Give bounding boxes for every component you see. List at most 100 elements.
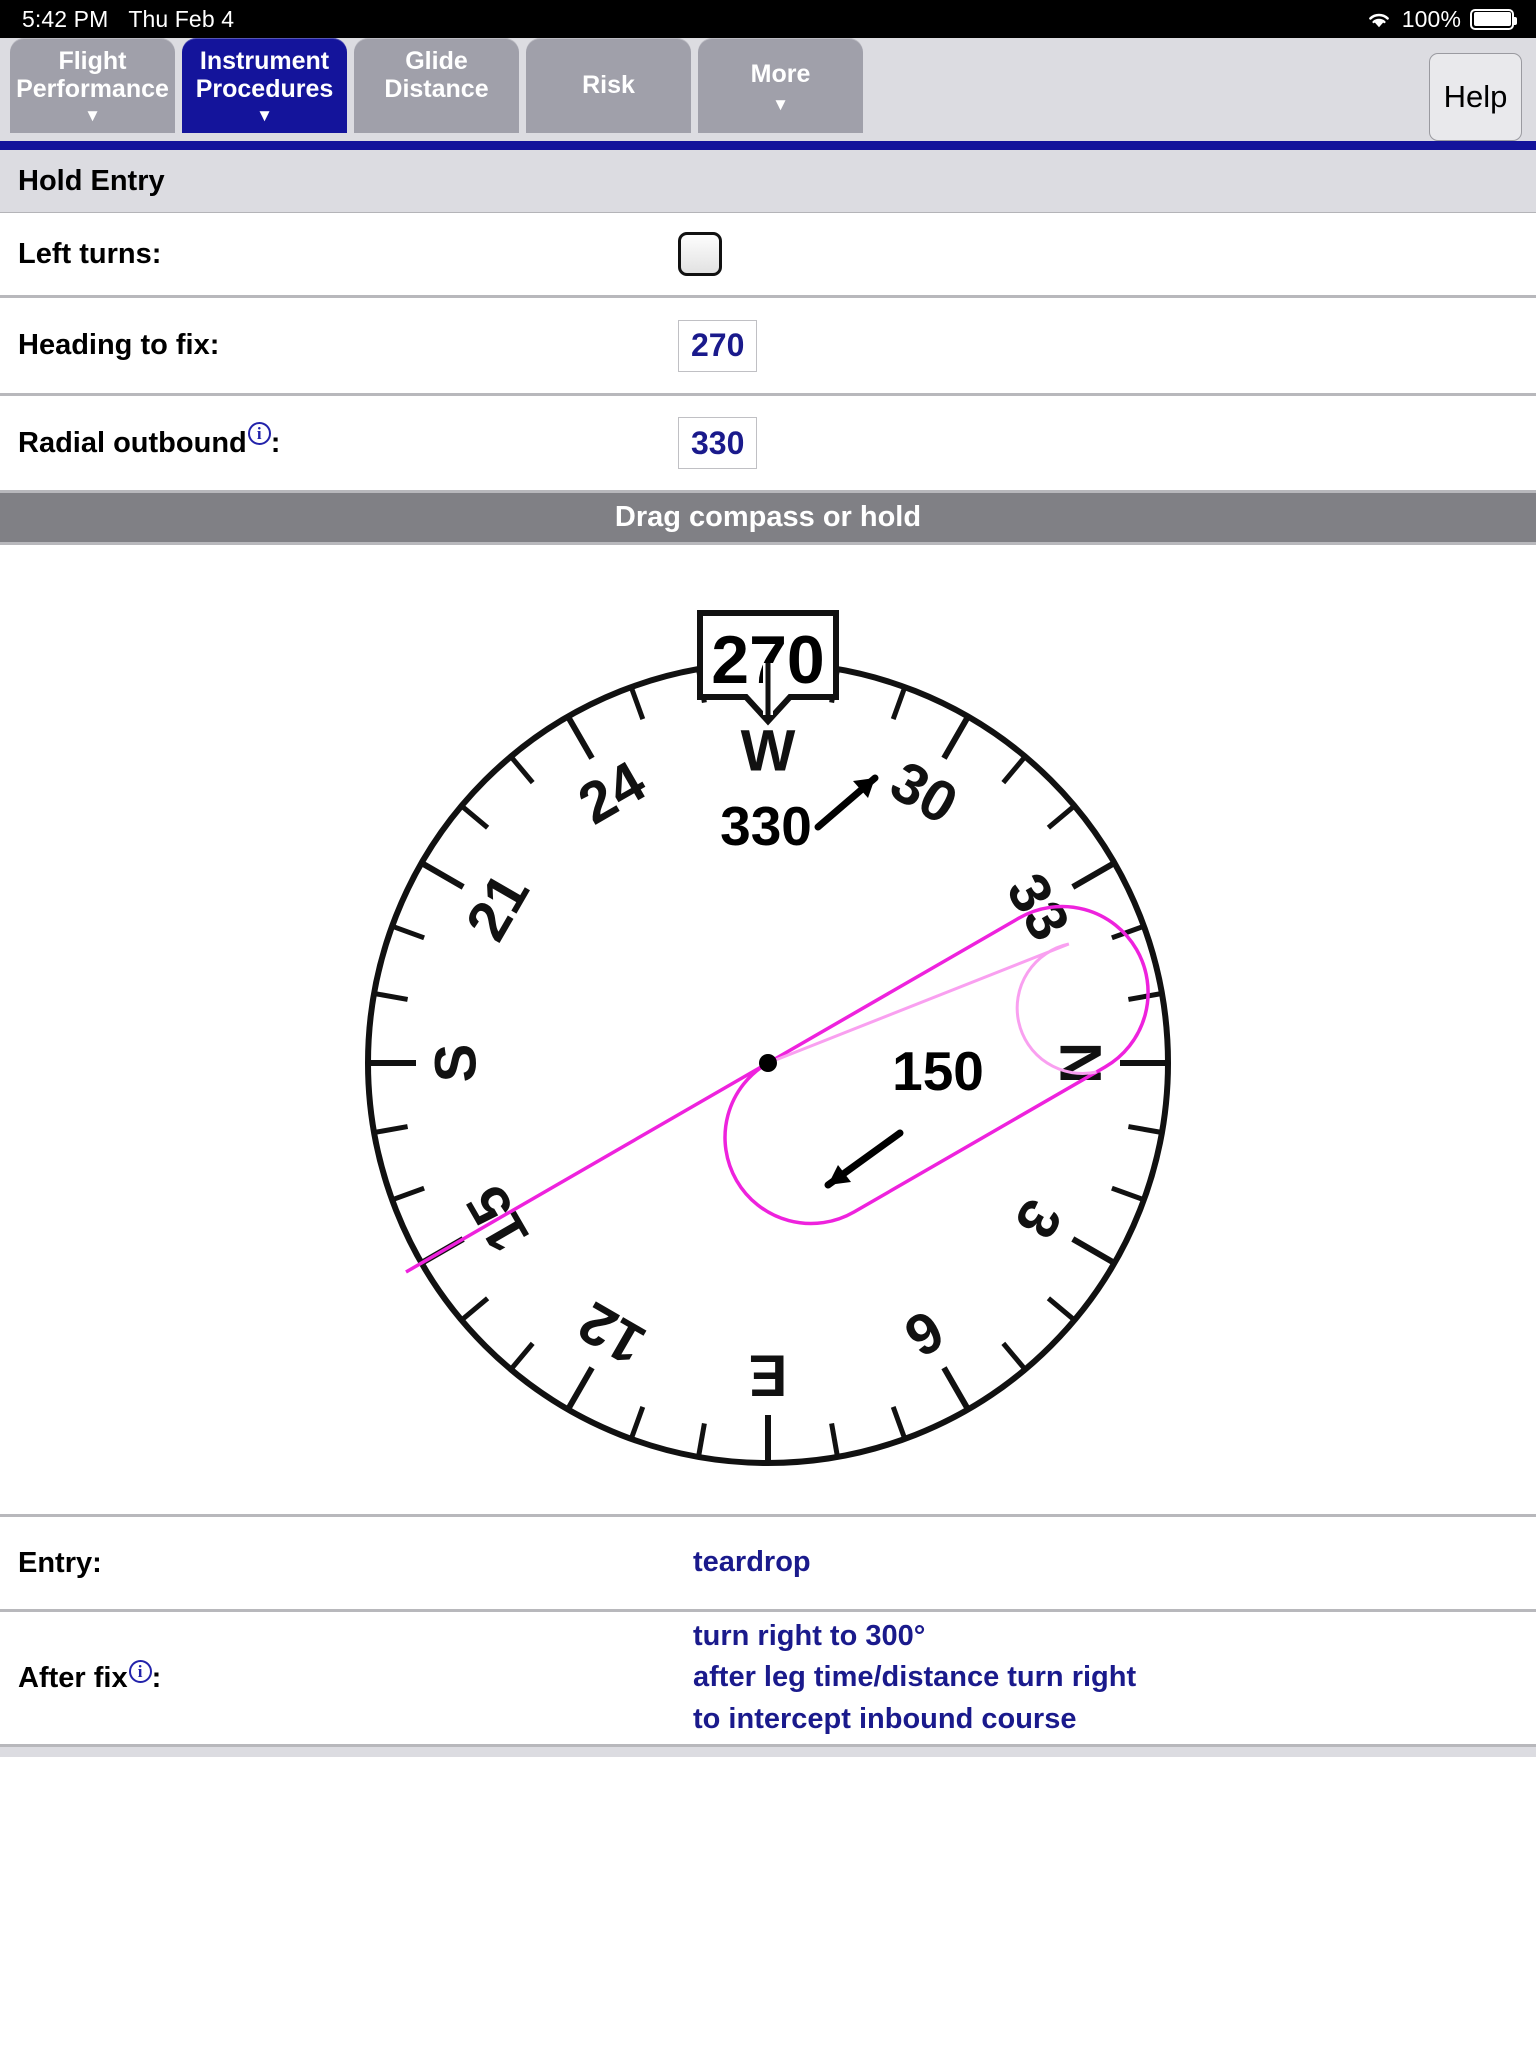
tab-more[interactable]: More ▼ [698,38,863,133]
compass-label-W: W [741,719,796,784]
tab-label: Glide Distance [384,47,489,104]
inbound-course-radial [405,1061,769,1274]
main-tab-bar: Flight Performance ▼ Instrument Procedur… [0,38,1536,141]
status-bar: 5:42 PM Thu Feb 4 100% [0,0,1536,38]
compass-tick [628,1406,646,1440]
outbound-arrow-icon [814,774,879,831]
after-fix-line: turn right to 300° [693,1620,926,1653]
compass-tick [941,1366,971,1411]
outbound-radial-label: 330 [720,795,812,857]
compass-tick [391,1185,425,1203]
drag-compass-label: Drag compass or hold [614,501,922,533]
chevron-down-icon: ▼ [256,105,273,125]
compass-tick [1046,1296,1077,1323]
compass-rose-widget[interactable]: N36E1215S2124W3033 330 150 270 [0,545,1536,1517]
radial-outbound-label-text: Radial outbound [18,426,247,459]
entry-value: teardrop [693,1546,811,1579]
compass-tick [1111,1185,1145,1203]
compass-tick [1001,754,1028,785]
compass-tick [373,1124,409,1135]
compass-label-12: 12 [568,1289,656,1378]
help-button[interactable]: Help [1429,53,1522,141]
heading-to-fix-control: 270 [678,319,758,372]
battery-full-icon [1470,8,1517,30]
compass-label-21: 21 [454,863,543,951]
radial-outbound-label: Radial outbound i: [18,421,678,460]
compass-label-30: 30 [880,749,968,838]
status-time: 5:42 PM [22,5,109,32]
compass-tick [1071,860,1116,890]
compass-tick [1127,991,1163,1002]
row-radial-outbound: Radial outbound i: 330 [0,396,1536,493]
status-bar-left: 5:42 PM Thu Feb 4 [22,6,234,33]
compass-graphic[interactable]: N36E1215S2124W3033 330 150 270 [0,545,1536,1517]
compass-tick [890,686,908,720]
row-entry: Entry: teardrop [0,1517,1536,1612]
after-fix-colon: : [151,1661,162,1694]
tab-instrument-procedures[interactable]: Instrument Procedures ▼ [182,38,347,133]
after-fix-value: turn right to 300° after leg time/distan… [693,1616,1136,1740]
left-turns-checkbox[interactable] [678,232,722,276]
bottom-filler [0,1747,1536,1757]
tab-flight-performance[interactable]: Flight Performance ▼ [10,38,175,133]
heading-to-fix-value: 270 [691,327,745,363]
help-button-label: Help [1443,79,1508,114]
row-after-fix: After fix i: turn right to 300° after leg… [0,1612,1536,1747]
battery-percent: 100% [1401,5,1461,32]
compass-label-E: E [749,1343,788,1408]
wifi-icon [1365,9,1393,29]
after-fix-label: After fix i: [18,1659,693,1695]
compass-tick [373,991,409,1002]
left-turns-label: Left turns: [18,237,162,270]
compass-tick [696,1422,707,1458]
fix-point-marker [759,1054,777,1072]
accent-divider [0,141,1536,150]
info-icon[interactable]: i [247,421,271,445]
chevron-down-icon: ▼ [772,95,789,115]
heading-to-fix-input[interactable]: 270 [678,319,758,372]
compass-label-24: 24 [568,749,656,838]
tab-glide-distance[interactable]: Glide Distance [354,38,519,133]
hold-entry-form: Left turns: Heading to fix: 270 Radial o… [0,212,1536,493]
row-left-turns: Left turns: [0,213,1536,298]
compass-label-N: N [1048,1042,1113,1084]
compass-tick [1046,803,1077,830]
radial-outbound-colon: : [270,426,281,459]
drag-compass-bar[interactable]: Drag compass or hold [0,493,1536,545]
chevron-down-icon: ▼ [84,105,101,125]
compass-tick [508,754,535,785]
compass-tick [1127,1124,1163,1135]
heading-to-fix-label: Heading to fix: [18,329,220,361]
row-heading-to-fix: Heading to fix: 270 [0,298,1536,396]
page-title-label: Hold Entry [18,164,165,197]
after-fix-line: to intercept inbound course [693,1702,1077,1735]
tab-label: Instrument Procedures [195,47,334,104]
compass-tick [565,1366,595,1411]
status-bar-right: 100% [1365,5,1517,33]
compass-tick [508,1341,535,1372]
compass-label-3: 3 [1002,1189,1074,1249]
radial-outbound-control: 330 [678,417,758,469]
compass-label-S: S [424,1044,489,1083]
info-icon[interactable]: i [128,1659,152,1683]
tab-risk[interactable]: Risk [526,38,691,133]
after-fix-label-text: After fix [18,1661,128,1694]
compass-label-6: 6 [894,1297,954,1369]
compass-tick [941,715,971,760]
compass-tick [420,860,465,890]
inbound-course-line [405,1061,769,1274]
status-date: Thu Feb 4 [128,5,235,32]
tab-label: Flight Performance [16,47,169,104]
radial-outbound-input[interactable]: 330 [678,417,758,469]
entry-label: Entry: [18,1546,102,1579]
compass-tick [829,1422,840,1458]
compass-tick [890,1406,908,1440]
compass-tick [1071,1236,1116,1266]
inbound-course-label: 150 [892,1040,984,1102]
compass-tick [459,803,490,830]
compass-tick [565,715,595,760]
compass-tick [628,686,646,720]
radial-outbound-value: 330 [691,424,745,461]
tab-label: Risk [582,71,635,100]
inbound-arrow-icon [824,1129,904,1189]
